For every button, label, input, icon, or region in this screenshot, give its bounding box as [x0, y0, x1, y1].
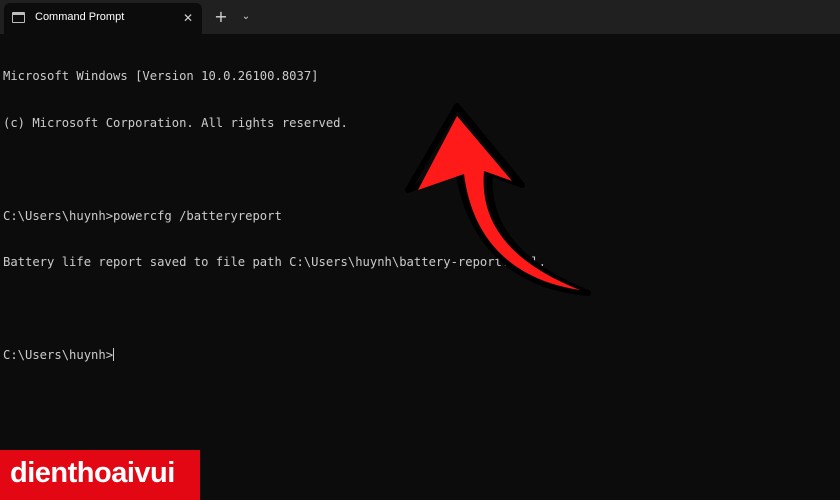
terminal-prompt: C:\Users\huynh>: [3, 348, 114, 362]
terminal-window: Command Prompt ✕ + ⌄ Microsoft Windows […: [0, 0, 840, 500]
text-cursor: [113, 348, 115, 361]
chevron-down-icon[interactable]: ⌄: [238, 8, 254, 26]
plus-icon[interactable]: +: [212, 8, 230, 26]
tab-bar: Command Prompt ✕ + ⌄: [0, 0, 840, 34]
terminal-line: Microsoft Windows [Version 10.0.26100.80…: [3, 69, 319, 83]
tab-command-prompt[interactable]: Command Prompt ✕: [4, 3, 202, 34]
terminal-prompt-line[interactable]: C:\Users\huynh>: [3, 348, 833, 364]
watermark-text: dienthoaivui: [10, 457, 175, 489]
terminal-line: (c) Microsoft Corporation. All rights re…: [3, 115, 348, 130]
terminal-output[interactable]: Microsoft Windows [Version 10.0.26100.80…: [3, 38, 833, 498]
terminal-icon: [12, 12, 25, 23]
terminal-line: Battery life report saved to file path C…: [3, 255, 546, 269]
watermark-logo: dienthoaivui: [0, 450, 200, 500]
close-icon[interactable]: ✕: [180, 10, 196, 26]
terminal-line: C:\Users\huynh>powercfg /batteryreport: [3, 208, 282, 223]
tab-title: Command Prompt: [35, 11, 125, 23]
